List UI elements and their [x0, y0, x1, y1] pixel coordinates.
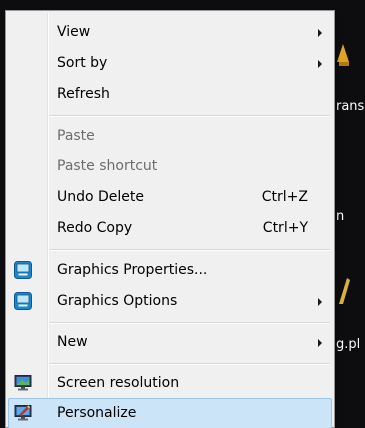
menu-item-view-label: View [57, 24, 91, 40]
menu-item-new-label: New [57, 334, 88, 350]
menu-item-view[interactable]: View [8, 17, 332, 48]
desktop-icon-label-3[interactable]: g.pl [336, 337, 360, 353]
menu-item-personalize-label: Personalize [57, 405, 137, 421]
menu-item-personalize[interactable]: Personalize [8, 398, 332, 428]
submenu-arrow-icon [318, 60, 322, 68]
menu-item-sort-by[interactable]: Sort by [8, 48, 332, 79]
menu-item-undo-delete-shortcut: Ctrl+Z [261, 189, 308, 205]
menu-item-paste-shortcut-label: Paste shortcut [57, 158, 158, 174]
menu-separator [50, 322, 330, 324]
submenu-arrow-icon [318, 339, 322, 347]
desktop-icon-yellow-shape[interactable] [337, 278, 351, 304]
menu-item-paste-shortcut[interactable]: Paste shortcut [8, 151, 332, 182]
menu-item-redo-copy-label: Redo Copy [57, 220, 133, 236]
desktop-icon-label-1[interactable]: rans [336, 99, 364, 115]
monitor-icon [14, 375, 32, 391]
desktop[interactable]: rans n g.pl View Sort by Refresh Paste P… [0, 0, 365, 428]
desktop-context-menu: View Sort by Refresh Paste Paste shortcu… [5, 10, 335, 428]
menu-item-refresh-label: Refresh [57, 86, 110, 102]
desktop-icon-label-2[interactable]: n [336, 209, 344, 225]
menu-item-undo-delete-label: Undo Delete [57, 189, 145, 205]
menu-item-new[interactable]: New [8, 327, 332, 358]
menu-item-undo-delete[interactable]: Undo Delete Ctrl+Z [8, 182, 332, 213]
menu-separator [50, 363, 330, 365]
menu-item-paste-label: Paste [57, 128, 95, 144]
menu-item-paste[interactable]: Paste [8, 121, 332, 152]
submenu-arrow-icon [318, 298, 322, 306]
menu-separator [50, 249, 330, 251]
menu-item-graphics-properties[interactable]: Graphics Properties... [8, 255, 332, 286]
intel-graphics-icon [14, 292, 32, 310]
personalize-icon [14, 405, 32, 421]
menu-item-redo-copy[interactable]: Redo Copy Ctrl+Y [8, 213, 332, 244]
menu-item-graphics-properties-label: Graphics Properties... [57, 262, 208, 278]
menu-item-graphics-options-label: Graphics Options [57, 293, 178, 309]
menu-item-redo-copy-shortcut: Ctrl+Y [262, 220, 308, 236]
submenu-arrow-icon [318, 29, 322, 37]
menu-item-screen-resolution[interactable]: Screen resolution [8, 368, 332, 399]
menu-item-screen-resolution-label: Screen resolution [57, 375, 180, 391]
menu-item-refresh[interactable]: Refresh [8, 79, 332, 110]
intel-graphics-icon [14, 261, 32, 279]
menu-item-sort-by-label: Sort by [57, 55, 108, 71]
menu-separator [50, 115, 330, 117]
desktop-icon-orange-shape[interactable] [337, 44, 351, 68]
menu-item-graphics-options[interactable]: Graphics Options [8, 286, 332, 317]
